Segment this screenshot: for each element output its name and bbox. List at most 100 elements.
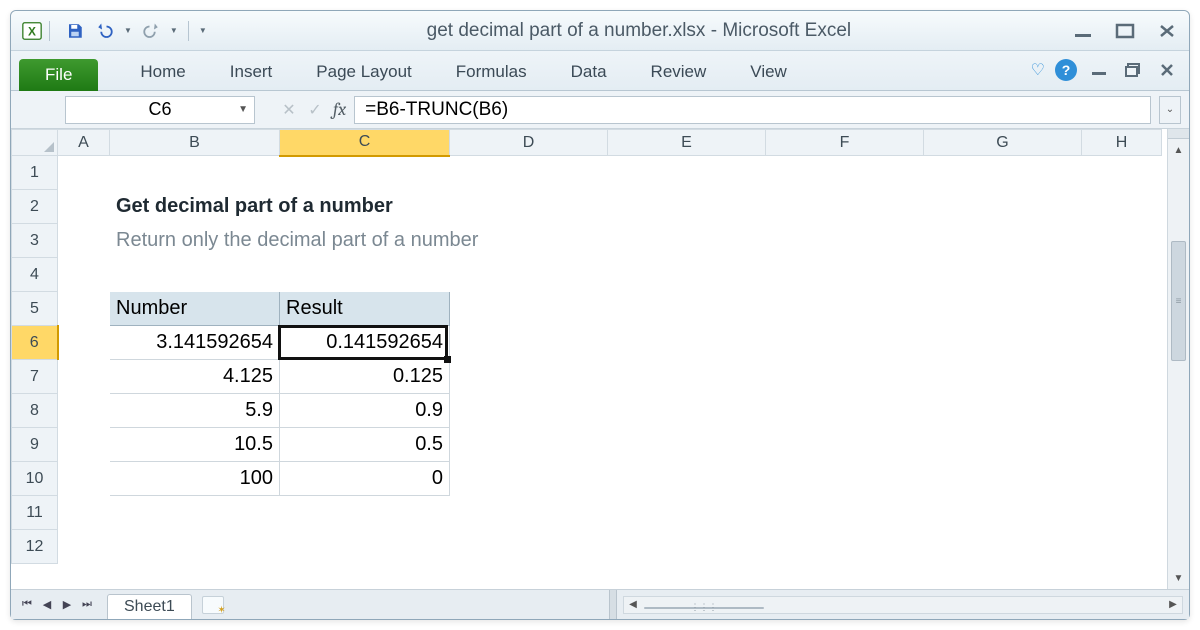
horizontal-scrollbar[interactable]: ◀ ⋮⋮⋮ ▶ — [623, 596, 1183, 614]
name-box[interactable]: C6 ▼ — [65, 96, 255, 124]
cell-b9[interactable]: 10.5 — [110, 428, 280, 462]
cell[interactable] — [608, 462, 766, 496]
cell[interactable] — [924, 462, 1082, 496]
cell[interactable] — [450, 462, 608, 496]
cell[interactable] — [1082, 394, 1162, 428]
cell[interactable] — [58, 428, 110, 462]
cell[interactable] — [766, 258, 924, 292]
cell[interactable] — [110, 156, 280, 190]
cell[interactable] — [766, 462, 924, 496]
cell[interactable] — [924, 190, 1082, 224]
cell[interactable] — [58, 496, 110, 530]
cell[interactable] — [450, 360, 608, 394]
cell[interactable] — [1082, 292, 1162, 326]
cell[interactable] — [58, 292, 110, 326]
col-header-h[interactable]: H — [1082, 130, 1162, 156]
tab-page-layout[interactable]: Page Layout — [294, 54, 433, 90]
cell-b10[interactable]: 100 — [110, 462, 280, 496]
expand-formula-bar-button[interactable]: ⌄ — [1159, 96, 1181, 124]
sheet-tab-sheet1[interactable]: Sheet1 — [107, 594, 192, 619]
tab-review[interactable]: Review — [629, 54, 729, 90]
cell[interactable] — [450, 496, 608, 530]
cell[interactable] — [608, 258, 766, 292]
cell[interactable] — [280, 156, 450, 190]
formula-bar-input[interactable]: =B6-TRUNC(B6) — [354, 96, 1151, 124]
col-header-f[interactable]: F — [766, 130, 924, 156]
col-header-c[interactable]: C — [280, 130, 450, 156]
cell[interactable] — [766, 326, 924, 360]
cell[interactable] — [608, 530, 766, 564]
cell[interactable] — [110, 496, 280, 530]
workbook-restore-button[interactable] — [1121, 61, 1145, 79]
row-header[interactable]: 7 — [12, 360, 58, 394]
sheet-last-icon[interactable]: ⏭ — [77, 595, 97, 615]
row-header[interactable]: 11 — [12, 496, 58, 530]
col-header-d[interactable]: D — [450, 130, 608, 156]
cell-c9[interactable]: 0.5 — [280, 428, 450, 462]
cell[interactable] — [110, 530, 280, 564]
tab-split-handle[interactable] — [609, 590, 617, 619]
cell[interactable] — [608, 292, 766, 326]
cell[interactable] — [58, 360, 110, 394]
cell[interactable] — [766, 428, 924, 462]
cell[interactable] — [766, 530, 924, 564]
cell[interactable] — [766, 224, 924, 258]
cell[interactable] — [58, 394, 110, 428]
table-header-result[interactable]: Result — [280, 292, 450, 326]
qat-customize-icon[interactable]: ▼ — [199, 26, 207, 35]
row-header[interactable]: 9 — [12, 428, 58, 462]
cell-c10[interactable]: 0 — [280, 462, 450, 496]
save-button[interactable] — [64, 20, 86, 42]
cell[interactable] — [1082, 496, 1162, 530]
cell[interactable] — [1082, 428, 1162, 462]
cell[interactable] — [766, 496, 924, 530]
split-box-icon[interactable] — [1168, 129, 1190, 139]
cell[interactable] — [280, 258, 450, 292]
row-header[interactable]: 8 — [12, 394, 58, 428]
cell-b6[interactable]: 3.141592654 — [110, 326, 280, 360]
sheet-subtitle[interactable]: Return only the decimal part of a number — [110, 224, 766, 258]
enter-formula-icon[interactable]: ✓ — [307, 100, 323, 120]
scroll-left-icon[interactable]: ◀ — [624, 599, 642, 610]
cell[interactable] — [766, 190, 924, 224]
name-box-dropdown-icon[interactable]: ▼ — [238, 104, 248, 115]
cell-c7[interactable]: 0.125 — [280, 360, 450, 394]
cell[interactable] — [1082, 156, 1162, 190]
file-tab[interactable]: File — [19, 59, 98, 91]
cell[interactable] — [1082, 462, 1162, 496]
cell[interactable] — [608, 496, 766, 530]
undo-dropdown-icon[interactable]: ▼ — [124, 26, 132, 35]
col-header-a[interactable]: A — [58, 130, 110, 156]
select-all-corner[interactable] — [12, 130, 58, 156]
cell[interactable] — [450, 326, 608, 360]
cell[interactable] — [58, 156, 110, 190]
minimize-button[interactable] — [1071, 22, 1095, 40]
cell-c6[interactable]: 0.141592654 — [280, 326, 450, 360]
sheet-title[interactable]: Get decimal part of a number — [110, 190, 766, 224]
cancel-formula-icon[interactable]: ✕ — [281, 100, 297, 120]
col-header-e[interactable]: E — [608, 130, 766, 156]
cell[interactable] — [280, 530, 450, 564]
scroll-track[interactable]: ≡ — [1168, 161, 1189, 567]
cell-c8[interactable]: 0.9 — [280, 394, 450, 428]
col-header-g[interactable]: G — [924, 130, 1082, 156]
cell[interactable] — [450, 258, 608, 292]
cell[interactable] — [58, 326, 110, 360]
cell[interactable] — [924, 530, 1082, 564]
cell[interactable] — [608, 156, 766, 190]
scroll-up-icon[interactable]: ▲ — [1168, 139, 1189, 161]
cell[interactable] — [766, 394, 924, 428]
cell[interactable] — [924, 326, 1082, 360]
cell[interactable] — [110, 258, 280, 292]
tab-data[interactable]: Data — [549, 54, 629, 90]
worksheet-grid[interactable]: A B C D E F G H 1 2 Get decimal part of … — [11, 129, 1167, 589]
cell-b7[interactable]: 4.125 — [110, 360, 280, 394]
new-sheet-button[interactable] — [202, 596, 224, 614]
redo-button[interactable] — [140, 20, 162, 42]
cell[interactable] — [1082, 360, 1162, 394]
insert-function-button[interactable]: fx — [333, 99, 346, 120]
cell[interactable] — [924, 224, 1082, 258]
cell[interactable] — [1082, 258, 1162, 292]
col-header-b[interactable]: B — [110, 130, 280, 156]
cell[interactable] — [608, 428, 766, 462]
